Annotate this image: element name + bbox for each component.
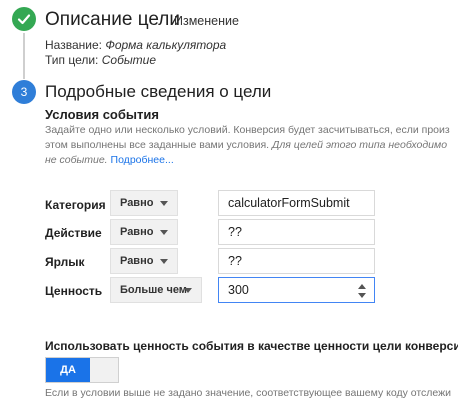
action-operator-value: Равно [120, 226, 154, 238]
category-value-text: calculatorFormSubmit [228, 196, 350, 210]
goal-type-label: Тип цели: [45, 53, 99, 67]
chevron-down-icon [160, 201, 168, 206]
label-operator-dropdown[interactable]: Равно [110, 248, 178, 274]
step-complete-check-icon [12, 7, 36, 31]
value-number-text: 300 [228, 283, 249, 297]
chevron-down-icon [160, 230, 168, 235]
action-value-input[interactable]: ?? [218, 219, 375, 245]
label-value-input[interactable]: ?? [218, 248, 375, 274]
goal-type-summary: Тип цели: Событие [45, 53, 156, 67]
action-operator-dropdown[interactable]: Равно [110, 219, 178, 245]
goal-name-summary: Название: Форма калькулятора [45, 38, 226, 52]
label-value-text: ?? [228, 254, 242, 268]
step-connector-line [23, 33, 25, 79]
spinner-up-icon[interactable] [358, 284, 366, 289]
toggle-help-text: Если в условии выше не задано значение, … [45, 387, 452, 399]
use-event-value-label: Использовать ценность события в качестве… [45, 339, 458, 353]
step1-title: Описание цели [45, 9, 181, 30]
value-operator-dropdown[interactable]: Больше чем [110, 277, 202, 303]
conditions-description: Задайте одно или несколько условий. Конв… [45, 123, 457, 168]
number-spinner-icon[interactable] [358, 284, 366, 298]
category-operator-dropdown[interactable]: Равно [110, 190, 178, 216]
action-label: Действие [45, 226, 102, 240]
category-value-input[interactable]: calculatorFormSubmit [218, 190, 375, 216]
category-label: Категория [45, 198, 106, 212]
spinner-down-icon[interactable] [358, 293, 366, 298]
label-label: Ярлык [45, 255, 85, 269]
goal-name-value: Форма калькулятора [105, 38, 227, 52]
chevron-down-icon [184, 288, 192, 293]
step-number-badge: 3 [12, 80, 36, 104]
step3-title: Подробные сведения о цели [45, 82, 272, 101]
action-value-text: ?? [228, 225, 242, 239]
goal-type-value: Событие [101, 53, 156, 67]
edit-link[interactable]: Изменение [174, 14, 239, 28]
category-operator-value: Равно [120, 197, 154, 209]
use-event-value-toggle[interactable]: ДА [45, 357, 119, 383]
event-conditions-title: Условия события [45, 107, 159, 122]
toggle-on-state[interactable]: ДА [46, 358, 90, 382]
chevron-down-icon [160, 259, 168, 264]
label-operator-value: Равно [120, 255, 154, 267]
learn-more-link[interactable]: Подробнее... [111, 154, 174, 166]
value-operator-value: Больше чем [120, 284, 187, 296]
value-label: Ценность [45, 284, 103, 298]
goal-name-label: Название: [45, 38, 102, 52]
value-number-input[interactable]: 300 [218, 277, 375, 303]
